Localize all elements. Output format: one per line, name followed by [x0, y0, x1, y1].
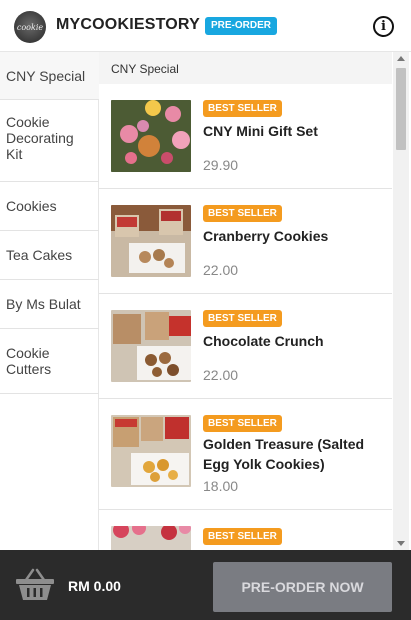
product-price: 29.90 — [203, 157, 239, 173]
sidebar-item-cookie-decorating-kit[interactable]: Cookie Decorating Kit — [0, 100, 99, 182]
product-item[interactable]: BEST SELLER CNY Mini Gift Set 29.90 — [99, 84, 392, 189]
sidebar-item-label: Cookie Cutters — [6, 345, 52, 377]
product-price: 22.00 — [203, 262, 239, 278]
product-image — [111, 205, 191, 277]
product-image — [111, 100, 191, 172]
product-name: Chocolate Crunch — [203, 333, 324, 349]
best-seller-badge: BEST SELLER — [203, 528, 282, 545]
sidebar-item-by-ms-bulat[interactable]: By Ms Bulat — [0, 280, 99, 329]
product-price: 22.00 — [203, 367, 239, 383]
sidebar-item-cookie-cutters[interactable]: Cookie Cutters — [0, 329, 99, 394]
product-image — [111, 310, 191, 382]
sidebar-item-tea-cakes[interactable]: Tea Cakes — [0, 231, 99, 280]
sidebar-item-cookies[interactable]: Cookies — [0, 182, 99, 231]
sidebar-item-label: Tea Cakes — [6, 247, 73, 263]
best-seller-badge: BEST SELLER — [203, 205, 282, 222]
basket-icon[interactable] — [14, 568, 56, 602]
info-icon[interactable]: i — [373, 16, 394, 37]
scroll-up-arrow-icon[interactable] — [397, 56, 405, 61]
category-sidebar: CNY Special Cookie Decorating Kit Cookie… — [0, 52, 99, 550]
product-name: Golden Treasure (Salted Egg Yolk Cookies… — [203, 436, 365, 472]
product-image — [111, 415, 191, 487]
product-image — [111, 526, 191, 550]
sidebar-item-label: Cookie Decorating Kit — [6, 114, 74, 162]
sidebar-item-label: CNY Special — [6, 68, 86, 84]
store-logo[interactable]: cookie — [14, 11, 46, 43]
store-name: MYCOOKIESTORY — [56, 16, 200, 33]
pre-order-badge: PRE-ORDER — [205, 17, 278, 35]
section-title: CNY Special — [99, 52, 392, 84]
cart-footer: RM 0.00 PRE-ORDER NOW — [0, 550, 411, 620]
sidebar-item-label: Cookies — [6, 198, 57, 214]
product-item[interactable]: BEST SELLER Chocolate Crunch 22.00 — [99, 294, 392, 399]
cart-total: RM 0.00 — [68, 578, 121, 594]
product-price: 18.00 — [203, 478, 239, 494]
product-item[interactable]: BEST SELLER Golden Treasure (Salted Egg … — [99, 399, 392, 510]
logo-text: cookie — [16, 22, 44, 32]
product-item[interactable]: BEST SELLER — [99, 510, 392, 550]
scrollbar-thumb[interactable] — [396, 68, 406, 150]
scrollbar[interactable] — [393, 52, 409, 550]
product-name: CNY Mini Gift Set — [203, 123, 318, 139]
pre-order-now-button[interactable]: PRE-ORDER NOW — [213, 562, 392, 612]
product-list: CNY Special BEST SELLER CNY Mini Gift Se… — [99, 52, 411, 550]
product-item[interactable]: BEST SELLER Cranberry Cookies 22.00 — [99, 189, 392, 294]
app-header: cookie MYCOOKIESTORY PRE-ORDER i — [0, 0, 411, 52]
sidebar-item-label: By Ms Bulat — [6, 296, 81, 312]
sidebar-item-cny-special[interactable]: CNY Special — [0, 52, 99, 100]
best-seller-badge: BEST SELLER — [203, 100, 282, 117]
best-seller-badge: BEST SELLER — [203, 310, 282, 327]
scroll-down-arrow-icon[interactable] — [397, 541, 405, 546]
product-name: Cranberry Cookies — [203, 228, 329, 244]
best-seller-badge: BEST SELLER — [203, 415, 282, 432]
